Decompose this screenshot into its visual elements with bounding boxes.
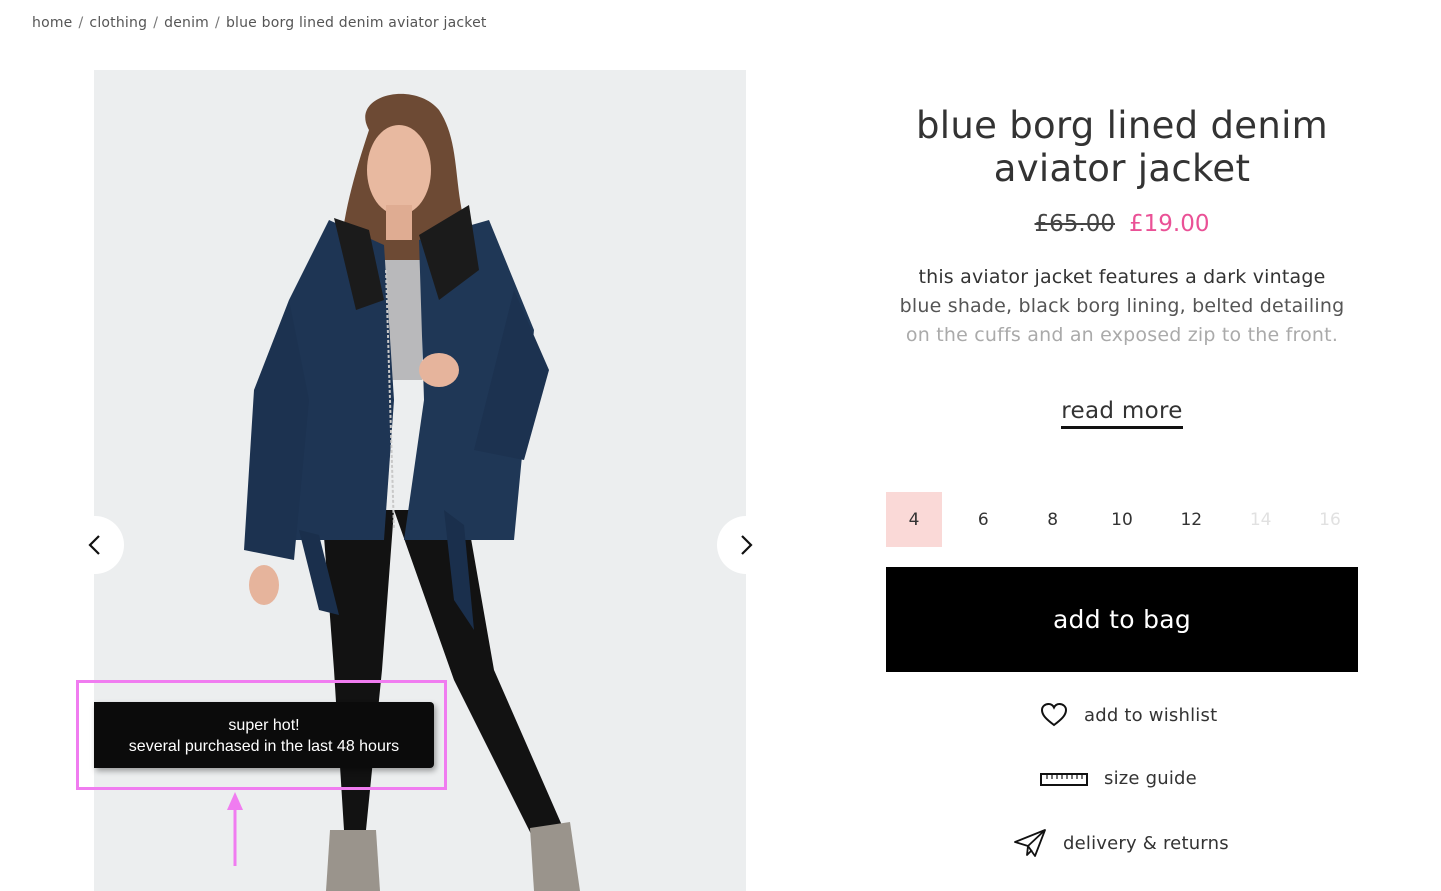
ruler-icon bbox=[1040, 772, 1088, 786]
product-title-line: blue borg lined denim bbox=[915, 104, 1329, 147]
breadcrumb-clothing[interactable]: clothing bbox=[89, 15, 147, 31]
delivery-returns-link[interactable]: delivery & returns bbox=[1013, 828, 1229, 858]
heart-icon bbox=[1040, 702, 1068, 727]
breadcrumb-current: blue borg lined denim aviator jacket bbox=[225, 15, 487, 31]
size-option-8[interactable]: 8 bbox=[1025, 492, 1081, 547]
sale-price: £19.00 bbox=[1129, 211, 1210, 237]
size-option-6[interactable]: 6 bbox=[955, 492, 1011, 547]
gallery-next-button[interactable] bbox=[717, 516, 775, 574]
breadcrumb-home[interactable]: home bbox=[32, 15, 73, 31]
add-to-bag-button[interactable]: add to bag bbox=[886, 567, 1358, 672]
size-option-12[interactable]: 12 bbox=[1163, 492, 1219, 547]
product-title: blue borg lined denim aviator jacket bbox=[886, 104, 1358, 190]
description-line: blue shade, black borg lining, belted de… bbox=[899, 295, 1345, 317]
size-selector: 4 6 8 10 12 14 16 bbox=[886, 492, 1358, 547]
original-price: £65.00 bbox=[1034, 211, 1115, 237]
wishlist-label: add to wishlist bbox=[1084, 704, 1218, 726]
add-to-wishlist-link[interactable]: add to wishlist bbox=[1040, 702, 1217, 728]
breadcrumb: home / clothing / denim / blue borg line… bbox=[32, 15, 487, 31]
product-title-line: aviator jacket bbox=[993, 147, 1251, 190]
chevron-left-icon bbox=[88, 535, 100, 555]
annotation-arrow-icon bbox=[227, 792, 243, 866]
size-option-4[interactable]: 4 bbox=[886, 492, 942, 547]
size-guide-label: size guide bbox=[1104, 768, 1197, 789]
paper-plane-icon bbox=[1014, 829, 1046, 857]
badge-title: super hot! bbox=[228, 717, 300, 734]
price-block: £65.00 £19.00 bbox=[886, 211, 1358, 237]
read-more-link[interactable]: read more bbox=[1061, 398, 1183, 429]
size-guide-link[interactable]: size guide bbox=[1040, 768, 1197, 789]
delivery-label: delivery & returns bbox=[1063, 832, 1229, 854]
description-line: on the cuffs and an exposed zip to the f… bbox=[905, 324, 1339, 346]
product-description: this aviator jacket features a dark vint… bbox=[886, 263, 1358, 350]
product-info: blue borg lined denim aviator jacket £65… bbox=[886, 100, 1358, 429]
description-line: this aviator jacket features a dark vint… bbox=[918, 266, 1326, 288]
size-option-16: 16 bbox=[1319, 509, 1341, 530]
breadcrumb-separator: / bbox=[153, 15, 159, 31]
popularity-badge: super hot! several purchased in the last… bbox=[94, 702, 434, 768]
badge-subtitle: several purchased in the last 48 hours bbox=[128, 738, 400, 755]
breadcrumb-separator: / bbox=[78, 15, 84, 31]
size-option-14: 14 bbox=[1249, 509, 1272, 530]
chevron-right-icon bbox=[741, 535, 753, 555]
gallery-prev-button[interactable] bbox=[66, 516, 124, 574]
size-option-10[interactable]: 10 bbox=[1094, 492, 1150, 547]
breadcrumb-denim[interactable]: denim bbox=[164, 15, 209, 31]
breadcrumb-separator: / bbox=[215, 15, 220, 31]
